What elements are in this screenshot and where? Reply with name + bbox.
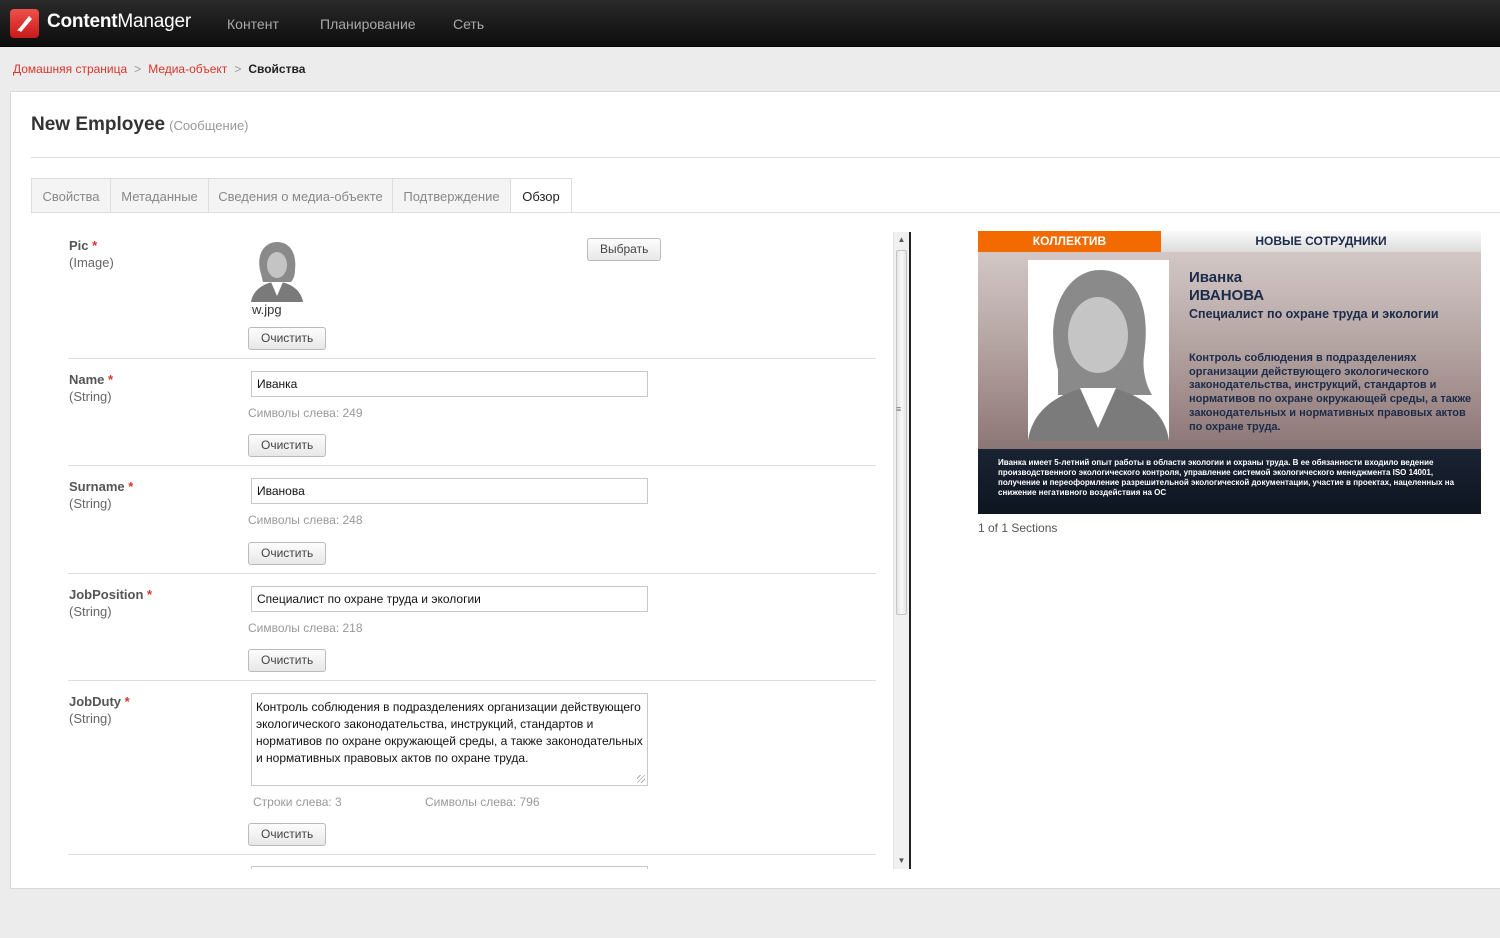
page-subtitle: (Сообщение) [169,118,249,133]
nav-item-network[interactable]: Сеть [453,16,484,32]
breadcrumb-current: Свойства [248,62,306,76]
field-type: (Image) [69,255,114,270]
name-clear-button[interactable]: Очистить [248,434,327,457]
field-type: (String) [69,604,112,619]
divider [31,157,1500,158]
preview-duty: Контроль соблюдения в подразделениях орг… [1189,352,1472,433]
brand-main: Content [47,11,118,32]
scroll-up-icon[interactable]: ▲ [894,232,909,248]
field-type: (String) [69,496,112,511]
field-divider [68,680,876,681]
preview-tag: КОЛЛЕКТИВ [978,231,1161,252]
field-name: Name [69,372,105,387]
field-name: Surname [69,479,125,494]
preview-header: НОВЫЕ СОТРУДНИКИ [1161,231,1481,252]
jobposition-clear-button[interactable]: Очистить [248,649,327,672]
pic-field-label: Pic * (Image) [69,238,114,270]
jobposition-chars-left: Символы слева: 218 [248,621,363,635]
choose-image-button[interactable]: Выбрать [587,238,662,261]
app-brand[interactable]: ContentManager [47,11,191,33]
preview-slide: КОЛЛЕКТИВ НОВЫЕ СОТРУДНИКИ Иванка ИВАНОВ… [978,231,1481,514]
page-title: New Employee (Сообщение) [31,114,249,136]
jobposition-field-label: JobPosition * (String) [69,587,152,619]
name-field-label: Name * (String) [69,372,113,404]
field-divider [68,465,876,466]
preview-job: Специалист по охране труда и экологии [1189,307,1439,321]
field-name: JobDuty [69,694,121,709]
jobduty-chars-left: Символы слева: 796 [425,795,540,809]
name-input[interactable]: Иванка [251,371,648,397]
breadcrumb-separator: > [234,62,242,76]
splitter[interactable] [909,232,911,869]
jobduty-clear-button[interactable]: Очистить [248,823,327,846]
preview-name: Иванка ИВАНОВА [1189,269,1264,305]
breadcrumb-home[interactable]: Домашняя страница [13,62,127,76]
next-field-input[interactable] [251,866,648,869]
jobduty-text: Контроль соблюдения в подразделениях орг… [256,700,643,765]
surname-chars-left: Символы слева: 248 [248,513,363,527]
required-mark: * [128,479,134,494]
surname-field-label: Surname * (String) [69,479,133,511]
preview-first-name: Иванка [1189,269,1243,286]
tab-overview[interactable]: Обзор [510,178,572,214]
breadcrumb-media[interactable]: Медиа-объект [148,62,227,76]
required-mark: * [108,372,114,387]
tab-properties[interactable]: Свойства [31,178,111,213]
sections-count: 1 of 1 Sections [978,521,1058,535]
person-photo-icon [1028,260,1169,441]
tab-approval[interactable]: Подтверждение [392,178,511,213]
preview-last-name: ИВАНОВА [1189,287,1265,304]
field-divider [68,358,876,359]
tab-divider [31,212,1500,213]
field-name: Pic [69,238,89,253]
field-name: JobPosition [69,587,144,602]
jobduty-field-label: JobDuty * (String) [69,694,130,726]
scroll-down-icon[interactable]: ▼ [894,853,909,869]
page-title-text: New Employee [31,114,166,135]
nav-item-planning[interactable]: Планирование [320,16,416,32]
form-scrollbar[interactable]: ▲ ≡ ▼ [893,232,909,869]
pencil-logo-icon[interactable] [10,9,39,38]
pic-file-name: w.jpg [252,302,282,317]
surname-input[interactable]: Иванова [251,478,648,504]
preview-footer: Иванка имеет 5-летний опыт работы в обла… [978,449,1481,514]
brand-rest: Manager [117,11,191,32]
field-divider [68,573,876,574]
scroll-grip-icon: ≡ [896,404,902,414]
scrollbar-thumb[interactable] [896,250,907,615]
field-type: (String) [69,711,112,726]
tab-media-info[interactable]: Сведения о медиа-объекте [208,178,393,213]
resize-grip-icon[interactable] [637,775,645,783]
breadcrumb: Домашняя страница > Медиа-объект > Свойства [13,62,305,76]
jobduty-textarea[interactable]: Контроль соблюдения в подразделениях орг… [251,693,648,786]
main-panel: New Employee (Сообщение) Свойства Метадан… [10,91,1500,889]
top-navbar: ContentManager Контент Планирование Сеть [0,0,1500,47]
person-silhouette-icon [251,240,303,302]
jobposition-input[interactable]: Специалист по охране труда и экологии [251,586,648,612]
field-type: (String) [69,389,112,404]
required-mark: * [124,694,130,709]
jobduty-lines-left: Строки слева: 3 [253,795,342,809]
required-mark: * [92,238,98,253]
required-mark: * [147,587,153,602]
preview-experience: Иванка имеет 5-летний опыт работы в обла… [998,458,1455,497]
name-chars-left: Символы слева: 249 [248,406,363,420]
pic-clear-button[interactable]: Очистить [248,327,327,350]
field-divider [68,854,876,855]
breadcrumb-separator: > [134,62,142,76]
tab-metadata[interactable]: Метаданные [110,178,209,213]
nav-item-content[interactable]: Контент [227,16,279,32]
surname-clear-button[interactable]: Очистить [248,542,327,565]
properties-form: Pic * (Image) w.jpg Выбрать Очистить Nam… [39,232,894,869]
